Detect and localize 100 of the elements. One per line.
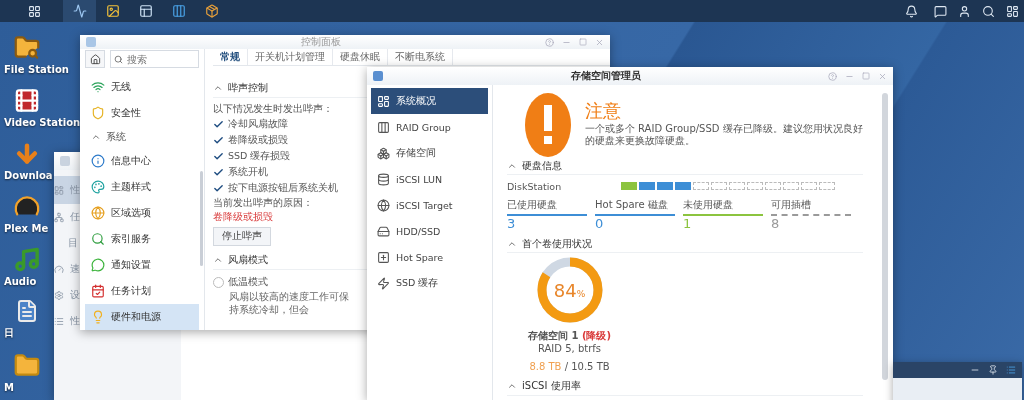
desktop-icon-label[interactable]: M — [4, 382, 14, 393]
bolt-icon — [377, 276, 390, 290]
window-title: 存储空间管理员 — [569, 69, 642, 83]
desktop-icon-label[interactable]: Plex Me — [4, 223, 49, 234]
section-title: 首个卷使用状况 — [522, 236, 592, 251]
pin-icon[interactable] — [988, 365, 998, 375]
radio-label: 低温模式 — [228, 275, 268, 289]
sidebar-item[interactable]: RAID Group — [371, 114, 488, 140]
stat-value: 8 — [771, 216, 781, 231]
gauge-icon — [54, 262, 64, 276]
stat-value: 0 — [595, 216, 605, 231]
stat-label: Hot Spare 磁盘 — [595, 198, 675, 216]
stat-label: 可用插槽 — [771, 198, 851, 216]
desktop-icon-label[interactable]: File Station — [4, 64, 69, 75]
app-icon — [86, 37, 96, 47]
chevron-up-icon[interactable] — [91, 132, 101, 142]
alert-title: 注意 — [584, 99, 622, 123]
overview-icon — [377, 94, 390, 108]
picture-app-icon[interactable] — [105, 4, 120, 18]
main-menu-icon[interactable] — [28, 4, 41, 18]
sidebar-item[interactable]: 安全性 — [85, 100, 199, 126]
hard-drive-icon — [377, 224, 390, 238]
wifi-icon — [91, 80, 105, 94]
window-app-icon[interactable] — [171, 4, 186, 18]
home-icon — [89, 53, 101, 65]
desktop-icon-label[interactable]: 日 — [4, 326, 14, 340]
user-icon[interactable] — [957, 4, 971, 18]
tab[interactable]: 硬盘休眠 — [333, 49, 388, 65]
notification-icon[interactable] — [905, 4, 918, 18]
monitor-app-icon[interactable] — [72, 4, 87, 18]
widgets-icon[interactable] — [1005, 4, 1019, 18]
list-icon[interactable] — [1006, 365, 1016, 375]
desktop-icon-label[interactable]: Audio — [4, 276, 37, 287]
fan-description: 风扇以较高的速度工作可保持系统冷却，但会 — [228, 290, 350, 316]
sidebar-item[interactable]: 无线 — [85, 74, 199, 100]
calendar-check-icon — [91, 284, 105, 298]
boxes-icon — [377, 146, 390, 160]
sidebar-item[interactable]: iSCSI LUN — [371, 166, 488, 192]
volume-capacity: 8.8 TB / 10.5 TB — [529, 360, 610, 374]
section-title: 硬盘信息 — [522, 158, 562, 173]
database-icon — [377, 172, 390, 186]
home-button[interactable] — [85, 50, 105, 68]
checkbox-label: 系统开机 — [228, 165, 268, 179]
sidebar-item[interactable]: 存储空间 — [371, 140, 488, 166]
sidebar-item[interactable]: 通知设置 — [85, 252, 199, 278]
plus-square-icon — [377, 250, 390, 264]
tab[interactable]: 开关机计划管理 — [248, 49, 333, 65]
checkbox[interactable] — [213, 166, 224, 178]
package-app-icon[interactable] — [204, 4, 219, 18]
columns-icon — [377, 120, 390, 134]
checkbox[interactable] — [213, 150, 224, 162]
sidebar-item[interactable]: iSCSI Target — [371, 192, 488, 218]
search-icon[interactable] — [981, 4, 995, 18]
desktop-icon-label[interactable]: Video Station — [4, 117, 81, 128]
stat-value: 3 — [507, 216, 517, 231]
intro-text: 以下情况发生时发出哔声： — [213, 102, 333, 116]
checkbox[interactable] — [213, 134, 224, 146]
alert-message: 一个或多个 RAID Group/SSD 缓存已降级。建议您用状况良好的硬盘来更换故障硬盘。 — [584, 123, 863, 147]
tab[interactable]: 常规 — [213, 49, 248, 65]
stat-label: 已使用硬盘 — [507, 198, 587, 216]
settings-icon — [54, 288, 64, 302]
raid-type: RAID 5, btrfs — [537, 343, 601, 355]
sidebar-item[interactable]: 硬件和电源 — [85, 304, 199, 330]
sidebar-item[interactable]: 信息中心 — [85, 148, 199, 174]
section-title: 系统 — [106, 130, 126, 144]
reason-label: 当前发出哔声的原因： — [213, 196, 313, 210]
sidebar-item[interactable]: 任务计划 — [85, 278, 199, 304]
sidebar-item[interactable]: HDD/SSD — [371, 218, 488, 244]
sidebar-item[interactable]: 区域选项 — [85, 200, 199, 226]
window-title: 控制面板 — [299, 35, 342, 49]
checkbox[interactable] — [213, 118, 224, 130]
sidebar-item[interactable]: 索引服务 — [85, 226, 199, 252]
checkbox-label: 按下电源按钮后系统关机 — [228, 181, 338, 195]
checkbox[interactable] — [213, 182, 224, 194]
chat-icon[interactable] — [933, 4, 947, 18]
volume-name: 存储空间 1 (降级) — [527, 329, 612, 343]
tab[interactable]: 不断电系统 — [388, 49, 453, 65]
scrollbar[interactable] — [882, 93, 888, 380]
sidebar-item[interactable]: 主题样式 — [85, 174, 199, 200]
globe-icon — [91, 206, 105, 220]
desktop-icon-label[interactable]: Downloa — [4, 170, 53, 181]
search-icon — [114, 55, 123, 64]
sidebar-item[interactable]: SSD 缓存 — [371, 270, 488, 296]
device-name: DiskStation — [507, 180, 562, 192]
search-field[interactable]: 搜索 — [110, 50, 199, 68]
sidebar-item[interactable]: 系统概况 — [371, 88, 488, 114]
folder-search-icon[interactable] — [12, 34, 42, 61]
palette-icon — [91, 180, 105, 194]
checkbox-label: SSD 缓存损毁 — [228, 149, 291, 163]
app-icon — [60, 156, 70, 166]
folder-icon[interactable] — [12, 352, 42, 379]
usage-donut-chart — [536, 257, 603, 323]
panels-app-icon[interactable] — [138, 4, 153, 18]
usage-percent: 84% — [553, 279, 586, 301]
stat-label: 未使用硬盘 — [683, 198, 763, 216]
radio-button[interactable] — [213, 276, 224, 288]
stat-value: 1 — [683, 216, 693, 231]
section-title: 哔声控制 — [228, 80, 268, 95]
sidebar-item[interactable]: Hot Spare — [371, 244, 488, 270]
stop-beep-button[interactable]: 停止哔声 — [213, 227, 271, 246]
